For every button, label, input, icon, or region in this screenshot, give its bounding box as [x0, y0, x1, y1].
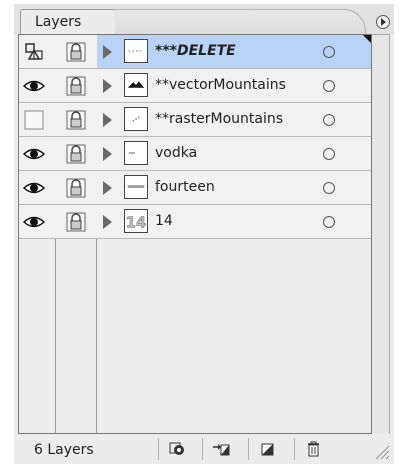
layer-name[interactable]: 14 — [155, 213, 173, 229]
layer-name[interactable]: **rasterMountains — [155, 111, 283, 127]
layer-content[interactable]: 14 14 — [97, 205, 371, 238]
create-new-layer-button[interactable] — [248, 438, 284, 460]
layer-content[interactable]: fourteen — [97, 171, 371, 204]
dashed-line-thumb — [124, 39, 148, 63]
layer-row[interactable]: **rasterMountains — [19, 103, 371, 137]
lock-icon[interactable] — [65, 75, 87, 97]
lock-icon[interactable] — [65, 109, 87, 131]
layers-tab[interactable]: Layers — [20, 9, 116, 35]
eye-icon[interactable] — [23, 177, 45, 199]
lock-icon[interactable] — [65, 177, 87, 199]
vertical-scrollbar[interactable] — [372, 34, 390, 434]
expand-triangle-icon[interactable] — [103, 215, 112, 229]
lock-icon[interactable] — [65, 41, 87, 63]
number-14-thumb: 14 — [124, 209, 148, 233]
current-layer-indicator — [363, 35, 371, 43]
target-circle-icon[interactable] — [323, 46, 335, 58]
layer-row[interactable]: vodka — [19, 137, 371, 171]
create-new-layer-icon — [258, 441, 276, 457]
layer-content[interactable]: vodka — [97, 137, 371, 170]
layer-count: 6 Layers — [34, 442, 94, 458]
delete-layer-button[interactable] — [294, 438, 330, 460]
mountain-thumb — [124, 73, 148, 97]
lock-icon[interactable] — [65, 211, 87, 233]
dots-thumb — [124, 107, 148, 131]
target-circle-icon[interactable] — [323, 182, 335, 194]
expand-triangle-icon[interactable] — [103, 113, 112, 127]
target-circle-icon[interactable] — [323, 114, 335, 126]
target-circle-icon[interactable] — [323, 148, 335, 160]
small-text-thumb — [124, 175, 148, 199]
create-sublayer-button[interactable] — [202, 438, 238, 460]
template-icon[interactable] — [23, 41, 45, 63]
layer-row[interactable]: 14 14 — [19, 205, 371, 239]
expand-triangle-icon[interactable] — [103, 181, 112, 195]
layer-name[interactable]: vodka — [155, 145, 197, 161]
layer-content[interactable]: ***DELETE — [97, 35, 371, 68]
expand-triangle-icon[interactable] — [103, 147, 112, 161]
visibility-toggle-empty[interactable] — [23, 109, 45, 131]
layer-row[interactable]: ***DELETE — [19, 35, 371, 69]
target-circle-icon[interactable] — [323, 216, 335, 228]
target-circle-icon[interactable] — [323, 80, 335, 92]
make-clipping-mask-icon — [168, 441, 186, 457]
layer-content[interactable]: **vectorMountains — [97, 69, 371, 102]
expand-triangle-icon[interactable] — [103, 79, 112, 93]
make-clipping-mask-button[interactable] — [158, 438, 194, 460]
svg-text:14: 14 — [126, 214, 146, 231]
layer-name[interactable]: ***DELETE — [155, 43, 236, 59]
panel-tab-bar: Layers — [14, 4, 394, 35]
panel-footer: 6 Layers — [18, 438, 390, 462]
delete-layer-icon — [304, 441, 322, 457]
tab-bar-background — [115, 9, 366, 35]
layers-list: ***DELETE **vectorMountains **rasterMoun… — [18, 34, 372, 434]
layer-name[interactable]: **vectorMountains — [155, 77, 286, 93]
expand-triangle-icon[interactable] — [103, 45, 112, 59]
panel-menu-button[interactable] — [376, 15, 390, 29]
layer-name[interactable]: fourteen — [155, 179, 215, 195]
resize-grip-icon[interactable] — [372, 442, 390, 460]
layers-panel: Layers ***DELETE **vectorMountains **ras… — [14, 4, 394, 464]
eye-icon[interactable] — [23, 211, 45, 233]
layer-content[interactable]: **rasterMountains — [97, 103, 371, 136]
lock-icon[interactable] — [65, 143, 87, 165]
layer-row[interactable]: fourteen — [19, 171, 371, 205]
eye-icon[interactable] — [23, 143, 45, 165]
layer-row[interactable]: **vectorMountains — [19, 69, 371, 103]
line-thumb — [124, 141, 148, 165]
eye-icon[interactable] — [23, 75, 45, 97]
create-sublayer-icon — [212, 441, 230, 457]
